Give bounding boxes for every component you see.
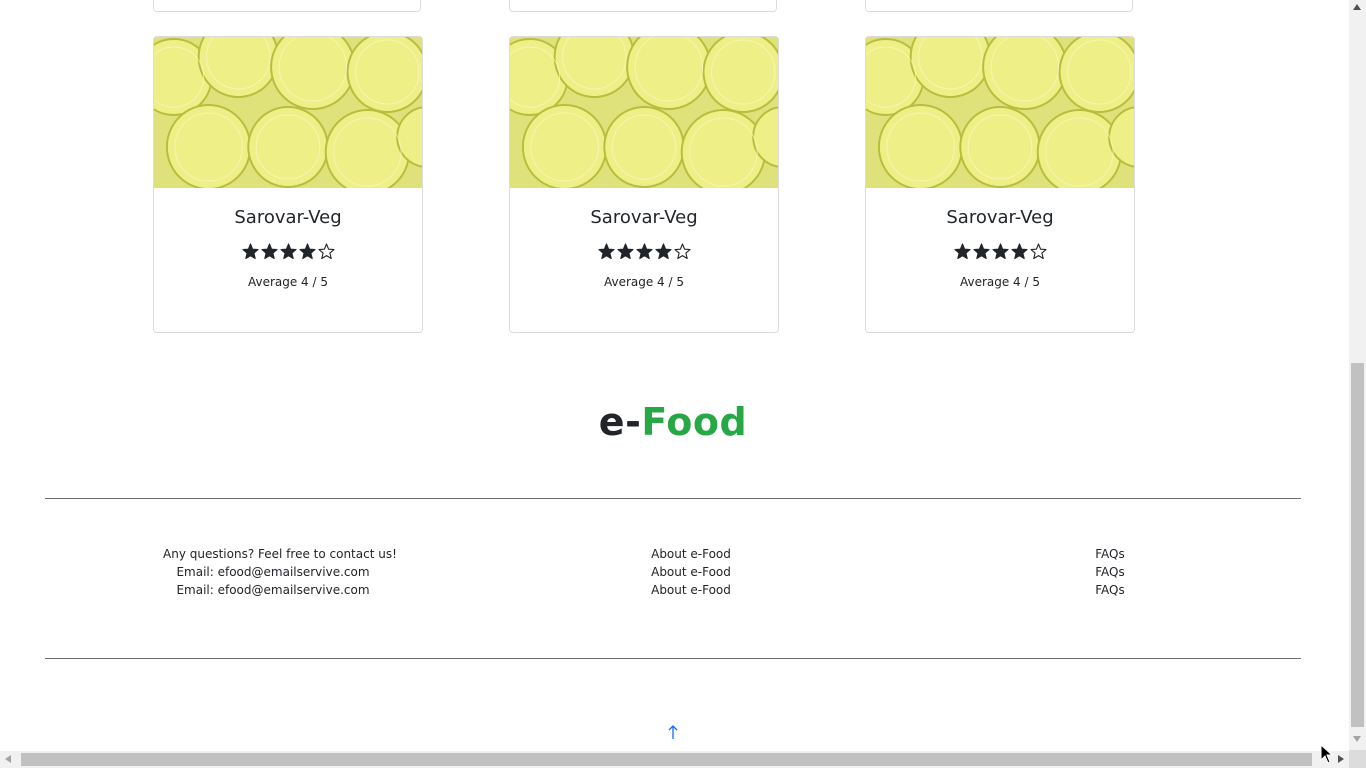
star-filled-icon xyxy=(972,242,991,261)
footer-contact: Any questions? Feel free to contact us! … xyxy=(163,545,397,599)
horizontal-scrollbar[interactable] xyxy=(0,751,1349,768)
scroll-left-icon[interactable] xyxy=(5,755,11,763)
restaurant-name[interactable]: Sarovar-Veg xyxy=(154,207,422,228)
restaurant-card-partial[interactable] xyxy=(509,0,777,12)
contact-email[interactable]: Email: efood@emailservive.com xyxy=(163,581,383,599)
star-filled-icon xyxy=(616,242,635,261)
rating-stars xyxy=(866,241,1134,263)
scroll-down-icon[interactable] xyxy=(1353,736,1361,742)
back-to-top-button[interactable] xyxy=(663,722,683,742)
star-outline-icon xyxy=(673,242,692,261)
about-link[interactable]: About e-Food xyxy=(631,581,751,599)
star-outline-icon xyxy=(317,242,336,261)
page: Sarovar-Veg Average 4 / 5 Sarovar-Veg Av… xyxy=(0,0,1366,768)
contact-text: Any questions? Feel free to contact us! xyxy=(163,547,397,561)
rating-stars xyxy=(510,241,778,263)
star-filled-icon xyxy=(241,242,260,261)
divider xyxy=(45,658,1301,659)
vertical-scrollbar[interactable] xyxy=(1349,0,1366,750)
footer-faqs: FAQs FAQs FAQs xyxy=(1080,545,1140,599)
brand-prefix: e- xyxy=(598,400,642,444)
star-filled-icon xyxy=(279,242,298,261)
lime-slices-image xyxy=(866,37,1134,188)
average-rating: Average 4 / 5 xyxy=(959,275,1041,289)
contact-email[interactable]: Email: efood@emailservive.com xyxy=(163,563,383,581)
divider xyxy=(45,498,1301,499)
star-filled-icon xyxy=(298,242,317,261)
faqs-link[interactable]: FAQs xyxy=(1080,545,1140,563)
restaurant-card-partial[interactable] xyxy=(865,0,1133,12)
star-outline-icon xyxy=(1029,242,1048,261)
star-filled-icon xyxy=(654,242,673,261)
star-filled-icon xyxy=(953,242,972,261)
about-link[interactable]: About e-Food xyxy=(631,563,751,581)
horizontal-scroll-thumb[interactable] xyxy=(21,753,1312,766)
scroll-right-icon[interactable] xyxy=(1338,755,1344,763)
rating-stars xyxy=(154,241,422,263)
star-filled-icon xyxy=(597,242,616,261)
star-filled-icon xyxy=(635,242,654,261)
faqs-link[interactable]: FAQs xyxy=(1080,581,1140,599)
brand-name: Food xyxy=(641,400,748,444)
average-rating: Average 4 / 5 xyxy=(247,275,329,289)
mouse-cursor-icon xyxy=(1320,744,1334,764)
restaurant-card[interactable]: Sarovar-Veg Average 4 / 5 xyxy=(865,36,1135,333)
arrow-up-icon xyxy=(668,725,678,739)
star-filled-icon xyxy=(991,242,1010,261)
restaurant-card-partial[interactable] xyxy=(153,0,421,12)
scrollbar-corner xyxy=(1349,750,1366,768)
lime-slices-image xyxy=(154,37,422,188)
restaurant-card[interactable]: Sarovar-Veg Average 4 / 5 xyxy=(153,36,423,333)
restaurant-name[interactable]: Sarovar-Veg xyxy=(866,207,1134,228)
faqs-link[interactable]: FAQs xyxy=(1080,563,1140,581)
footer-about: About e-Food About e-Food About e-Food xyxy=(631,545,751,599)
restaurant-card[interactable]: Sarovar-Veg Average 4 / 5 xyxy=(509,36,779,333)
vertical-scroll-thumb[interactable] xyxy=(1351,363,1364,727)
lime-slices-image xyxy=(510,37,778,188)
star-filled-icon xyxy=(1010,242,1029,261)
star-filled-icon xyxy=(260,242,279,261)
restaurant-name[interactable]: Sarovar-Veg xyxy=(510,207,778,228)
scroll-up-icon[interactable] xyxy=(1353,4,1361,10)
about-link[interactable]: About e-Food xyxy=(631,545,751,563)
average-rating: Average 4 / 5 xyxy=(603,275,685,289)
footer-brand-logo[interactable]: e-Food xyxy=(0,400,1346,444)
